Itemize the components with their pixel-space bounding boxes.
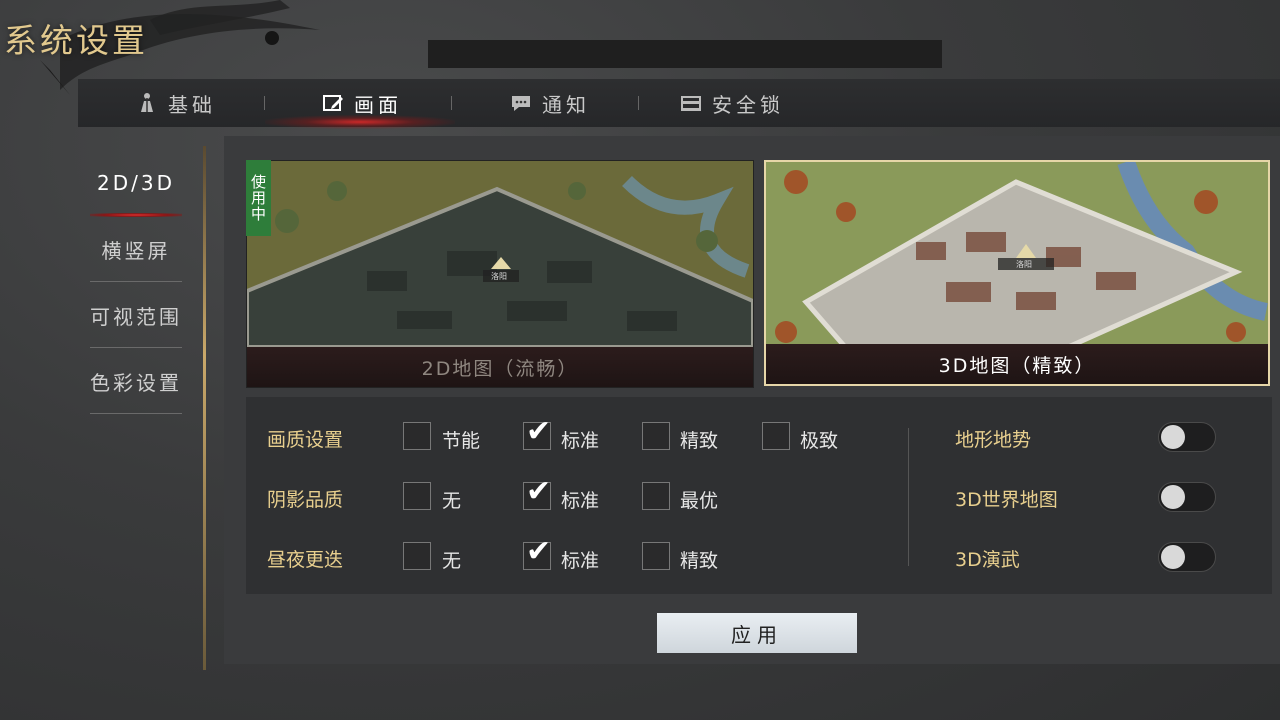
screen-edit-icon xyxy=(323,95,343,111)
toggle-knob xyxy=(1161,425,1185,449)
top-bar xyxy=(428,40,942,68)
settings-divider xyxy=(908,428,909,566)
tab-divider xyxy=(638,96,639,110)
shadow-label: 阴影品质 xyxy=(267,489,344,511)
sidebar-item-orientation[interactable]: 横竖屏 xyxy=(80,216,192,282)
terrain-toggle-label: 地形地势 xyxy=(955,429,1032,451)
map-2d-caption: 2D地图（流畅） xyxy=(247,347,753,387)
tab-basic-label: 基础 xyxy=(168,92,216,117)
sidebar-item-view-range[interactable]: 可视范围 xyxy=(80,282,192,348)
city-label: 洛阳 xyxy=(1016,260,1032,269)
map-3d-card[interactable]: 洛阳 3D地图（精致） xyxy=(764,160,1270,386)
shadow-option-checkbox[interactable] xyxy=(642,482,670,510)
sidebar-item-2d3d[interactable]: 2D/3D xyxy=(80,150,192,217)
divider xyxy=(90,413,182,414)
terrain-toggle[interactable] xyxy=(1158,422,1216,452)
daynight-option-label: 标准 xyxy=(561,550,600,572)
daynight-option-label: 无 xyxy=(442,550,462,572)
check-icon: ✔ xyxy=(526,534,552,569)
map-2d-image: 洛阳 xyxy=(247,161,753,347)
daynight-option-label: 精致 xyxy=(680,550,719,572)
tab-security-lock-label: 安全锁 xyxy=(712,92,784,117)
map-3d-image: 洛阳 xyxy=(766,162,1268,348)
toggle-knob xyxy=(1161,545,1185,569)
settings-panel xyxy=(246,397,1272,594)
quality-label: 画质设置 xyxy=(267,429,344,451)
page-title: 系统设置 xyxy=(4,21,148,60)
world-map-3d-toggle-label: 3D世界地图 xyxy=(955,489,1058,511)
battle-3d-toggle[interactable] xyxy=(1158,542,1216,572)
tab-notify-label: 通知 xyxy=(542,92,590,117)
sidebar-item-label: 可视范围 xyxy=(90,304,182,329)
quality-option-checkbox[interactable]: ✔ xyxy=(523,417,551,450)
sidebar-item-label: 2D/3D xyxy=(97,171,175,195)
chat-bubble-icon xyxy=(512,96,530,111)
quality-option-label: 标准 xyxy=(561,430,600,452)
map-2d-card[interactable]: 洛阳 2D地图（流畅） xyxy=(246,160,754,388)
active-tab-indicator xyxy=(265,115,455,129)
check-icon: ✔ xyxy=(526,414,552,449)
shadow-option-checkbox[interactable]: ✔ xyxy=(523,477,551,510)
lock-case-icon xyxy=(681,96,701,111)
daynight-option-checkbox[interactable] xyxy=(642,542,670,570)
sidebar-item-label: 色彩设置 xyxy=(90,370,182,395)
apply-button[interactable]: 应用 xyxy=(657,613,857,653)
quality-option-label: 极致 xyxy=(800,430,839,452)
sidebar-divider xyxy=(203,146,206,670)
toggle-knob xyxy=(1161,485,1185,509)
tab-notify[interactable]: 通知 xyxy=(510,79,590,127)
tab-display-label: 画面 xyxy=(354,92,402,117)
in-use-badge: 使用中 xyxy=(246,160,271,236)
tab-bar xyxy=(78,79,1280,127)
shadow-option-label: 标准 xyxy=(561,490,600,512)
daynight-label: 昼夜更迭 xyxy=(267,549,344,571)
tab-security-lock[interactable]: 安全锁 xyxy=(680,79,784,127)
shadow-option-label: 最优 xyxy=(680,490,719,512)
sidebar-item-label: 横竖屏 xyxy=(101,238,171,263)
city-label: 洛阳 xyxy=(491,272,507,281)
sidebar: 2D/3D 横竖屏 可视范围 色彩设置 xyxy=(80,150,192,414)
daynight-option-checkbox[interactable]: ✔ xyxy=(523,537,551,570)
tab-basic[interactable]: 基础 xyxy=(136,79,216,127)
figure-icon xyxy=(141,93,153,112)
quality-option-checkbox[interactable] xyxy=(762,422,790,450)
quality-option-label: 节能 xyxy=(442,430,481,452)
quality-option-checkbox[interactable] xyxy=(403,422,431,450)
map-3d-caption: 3D地图（精致） xyxy=(766,344,1268,384)
tab-divider xyxy=(451,96,452,110)
world-map-3d-toggle[interactable] xyxy=(1158,482,1216,512)
daynight-option-checkbox[interactable] xyxy=(403,542,431,570)
tab-divider xyxy=(264,96,265,110)
check-icon: ✔ xyxy=(526,474,552,509)
sidebar-item-color[interactable]: 色彩设置 xyxy=(80,348,192,414)
shadow-option-label: 无 xyxy=(442,490,462,512)
battle-3d-toggle-label: 3D演武 xyxy=(955,549,1020,571)
quality-option-checkbox[interactable] xyxy=(642,422,670,450)
shadow-option-checkbox[interactable] xyxy=(403,482,431,510)
quality-option-label: 精致 xyxy=(680,430,719,452)
